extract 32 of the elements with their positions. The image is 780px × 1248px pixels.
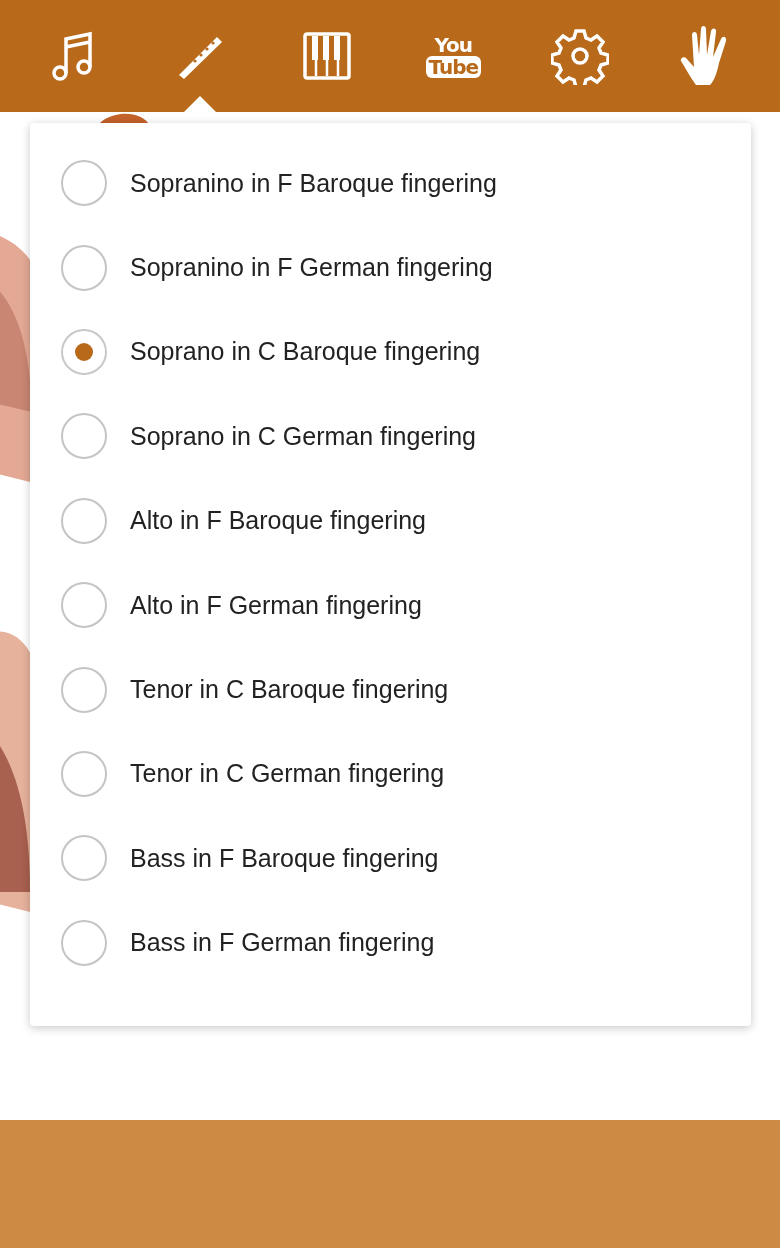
option-label: Sopranino in F German fingering xyxy=(130,253,493,283)
option-label: Soprano in C German fingering xyxy=(130,421,477,451)
option-label: Tenor in C Baroque fingering xyxy=(130,675,449,705)
radio-button[interactable] xyxy=(61,497,107,544)
option-label: Sopranino in F Baroque fingering xyxy=(130,168,497,198)
instrument-option[interactable]: Alto in F Baroque fingering xyxy=(30,478,751,563)
option-label: Tenor in C German fingering xyxy=(130,759,445,789)
instrument-option[interactable]: Alto in F German fingering xyxy=(30,562,751,648)
instrument-option[interactable]: Soprano in C Baroque fingering xyxy=(30,309,751,395)
option-label: Alto in F German fingering xyxy=(130,590,422,620)
option-label: Soprano in C Baroque fingering xyxy=(130,337,481,367)
radio-button[interactable] xyxy=(61,244,107,291)
instrument-option[interactable]: Sopranino in F Baroque fingering xyxy=(30,141,751,226)
radio-button[interactable] xyxy=(61,160,107,207)
instrument-option[interactable]: Bass in F Baroque fingering xyxy=(30,816,751,901)
option-label: Bass in F Baroque fingering xyxy=(130,843,439,873)
radio-button[interactable] xyxy=(61,413,107,460)
radio-button[interactable] xyxy=(61,328,107,375)
instrument-option[interactable]: Bass in F German fingering xyxy=(30,900,751,985)
instrument-option[interactable]: Tenor in C German fingering xyxy=(30,731,751,817)
radio-button[interactable] xyxy=(61,750,107,797)
radio-button[interactable] xyxy=(61,835,107,882)
instrument-option[interactable]: Soprano in C German fingering xyxy=(30,394,751,479)
radio-button[interactable] xyxy=(61,582,107,629)
option-label: Alto in F Baroque fingering xyxy=(130,506,426,536)
option-label: Bass in F German fingering xyxy=(130,928,435,958)
settings-icon xyxy=(550,27,609,85)
radio-button[interactable] xyxy=(61,666,107,713)
instrument-option[interactable]: Tenor in C Baroque fingering xyxy=(30,647,751,732)
piano-keys-icon xyxy=(302,32,351,80)
radio-button[interactable] xyxy=(61,919,107,966)
instrument-option[interactable]: Sopranino in F German fingering xyxy=(30,225,751,310)
